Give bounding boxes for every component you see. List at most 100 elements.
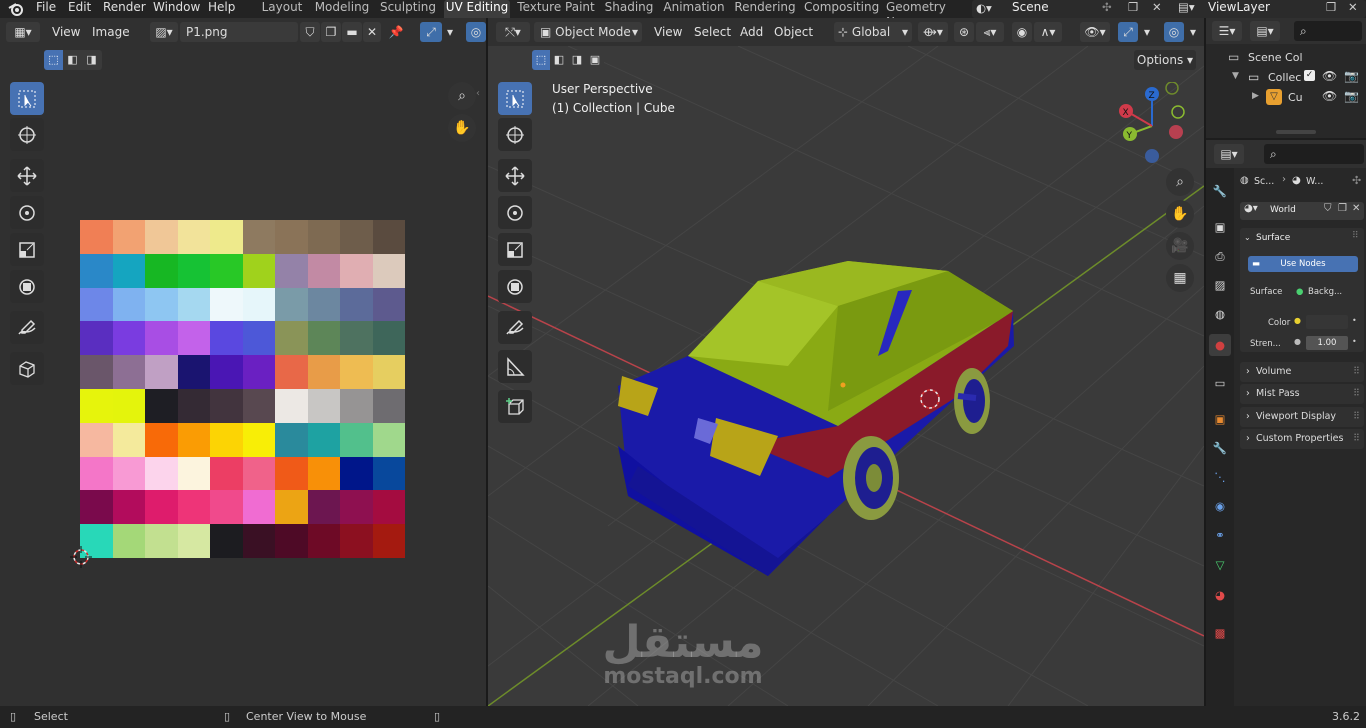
strength-field[interactable]: 1.00	[1306, 336, 1348, 350]
material-tab-icon[interactable]: ◕	[1209, 584, 1231, 606]
transform-tool-icon[interactable]	[10, 270, 44, 303]
uv-editor-area[interactable]: ⬚ ◧ ◨ ⌕ ✋ ‹	[0, 46, 486, 706]
tab-animation[interactable]: Animation	[662, 0, 726, 18]
cursor-tool-icon[interactable]	[498, 118, 532, 151]
uv-2d-cursor-icon[interactable]	[70, 546, 92, 568]
custom-properties-panel[interactable]: › Custom Properties ⠿	[1240, 429, 1364, 449]
view-layer-selector[interactable]: ▤▾ ViewLayer ❐ ✕	[1176, 0, 1366, 18]
view-layer-tab-icon[interactable]: ▨	[1209, 274, 1231, 296]
collection-checkbox[interactable]: ✓	[1304, 70, 1315, 81]
sidebar-toggle-chevron-icon[interactable]: ‹	[476, 88, 480, 99]
volume-panel[interactable]: › Volume ⠿	[1240, 362, 1364, 382]
cursor-tool-icon[interactable]	[10, 118, 44, 151]
delete-view-layer-icon[interactable]: ✕	[1348, 0, 1358, 14]
tab-uv-editing[interactable]: UV Editing	[444, 0, 510, 18]
tool-tab-icon[interactable]: 🔧	[1209, 180, 1231, 202]
editor-type-3d-icon[interactable]: ⤲▾	[496, 22, 530, 42]
transform-orientation-dropdown[interactable]: ⊹ Global ▾	[834, 22, 912, 42]
constraints-tab-icon[interactable]: ⚭	[1209, 524, 1231, 546]
outliner-row-object[interactable]: ▶ ▽ Cu 👁 📷	[1206, 88, 1366, 108]
outliner-row-scene-collection[interactable]: ▭ Scene Col	[1206, 48, 1366, 68]
move-tool-icon[interactable]	[498, 159, 532, 192]
select-new-icon[interactable]: ⬚	[44, 50, 63, 70]
proportional-editing-icon[interactable]: ◉	[1012, 22, 1032, 42]
rotate-tool-icon[interactable]	[498, 196, 532, 229]
outliner-row-collection[interactable]: ▼ ▭ Collec ✓ 👁 📷	[1206, 68, 1366, 88]
menu-file[interactable]: File	[36, 0, 56, 18]
drag-handle-icon[interactable]: ⠿	[1353, 384, 1360, 404]
snap-toggle-icon[interactable]: ⊛	[954, 22, 974, 42]
scene-selector[interactable]: ◐▾ Scene ✣ ❐ ✕	[972, 0, 1198, 18]
scene-tab-icon[interactable]: ◍	[1209, 303, 1231, 325]
snap-target-icon[interactable]: ⫷▾	[976, 22, 1004, 42]
tab-layout[interactable]: Layout	[258, 0, 306, 18]
pin-icon[interactable]: ✣	[1102, 0, 1112, 14]
collapse-arrow-icon[interactable]: ⌄	[1244, 233, 1251, 242]
surface-shader-field[interactable]: ● Backg...	[1292, 284, 1360, 300]
pin-image-icon[interactable]: 📌	[386, 22, 406, 42]
select-box-tool-icon[interactable]	[498, 82, 532, 115]
select-new-icon[interactable]: ⬚	[532, 50, 550, 70]
keyframe-dot-icon[interactable]: •	[1352, 316, 1357, 325]
menu-edit[interactable]: Edit	[68, 0, 91, 18]
chevron-down-icon[interactable]: ▾	[443, 22, 457, 42]
select-subtract-icon[interactable]: ◨	[82, 50, 101, 70]
properties-search-input[interactable]: ⌕	[1264, 144, 1364, 164]
texture-tab-icon[interactable]: ▩	[1209, 622, 1231, 644]
pin-icon[interactable]: ✣	[1352, 174, 1361, 187]
particles-tab-icon[interactable]: ⋱	[1209, 466, 1231, 488]
tab-shading[interactable]: Shading	[602, 0, 656, 18]
viewport-display-panel[interactable]: › Viewport Display ⠿	[1240, 407, 1364, 427]
editor-type-outliner-icon[interactable]: ☰▾	[1212, 21, 1242, 41]
render-tab-icon[interactable]: ▣	[1209, 216, 1231, 238]
annotate-tool-icon[interactable]	[498, 311, 532, 344]
chevron-down-icon[interactable]: ▾	[1186, 22, 1200, 42]
image-browse-icon[interactable]: ▨▾	[150, 22, 178, 42]
pan-hand-icon[interactable]: ✋	[448, 114, 476, 142]
physics-tab-icon[interactable]: ◉	[1209, 495, 1231, 517]
viewport-3d[interactable]: ⬚ ◧ ◨ ▣ Options ▾ User Perspective (1) C…	[488, 46, 1204, 706]
use-nodes-button[interactable]: ▬ Use Nodes	[1248, 256, 1358, 272]
expand-arrow-icon[interactable]: ▼	[1232, 71, 1239, 81]
unlink-image-icon[interactable]: ✕	[363, 22, 381, 42]
world-tab-icon[interactable]: ●	[1209, 334, 1231, 356]
new-image-icon[interactable]: ❐	[321, 22, 341, 42]
keyframe-dot-icon[interactable]: •	[1352, 337, 1357, 346]
uv-menu-image[interactable]: Image	[92, 22, 130, 42]
tab-texture-paint[interactable]: Texture Paint	[516, 0, 596, 18]
open-image-folder-icon[interactable]: ▬	[342, 22, 362, 42]
visibility-eye-icon[interactable]: 👁▾	[1080, 22, 1110, 42]
annotate-tool-icon[interactable]	[10, 311, 44, 344]
outliner-scrollbar[interactable]	[1276, 130, 1316, 134]
object-tab-icon[interactable]: ▣	[1209, 408, 1231, 430]
drag-handle-icon[interactable]: ⠿	[1353, 429, 1360, 449]
pan-hand-icon[interactable]: ✋	[1166, 200, 1194, 228]
render-camera-icon[interactable]: 📷	[1344, 89, 1359, 103]
select-intersect-icon[interactable]: ▣	[586, 50, 604, 70]
fake-user-shield-icon[interactable]: ⛉	[300, 22, 320, 42]
data-tab-icon[interactable]: ▽	[1209, 554, 1231, 576]
viewport-menu-add[interactable]: Add	[740, 22, 763, 42]
pivot-point-icon[interactable]: ⟴▾	[918, 22, 948, 42]
visibility-eye-icon[interactable]: 👁	[1322, 69, 1337, 83]
editor-type-uv-icon[interactable]: ▦▾	[6, 22, 40, 42]
unlink-world-icon[interactable]: ✕	[1352, 203, 1360, 214]
falloff-icon[interactable]: ∧▾	[1034, 22, 1062, 42]
display-mode-icon[interactable]: ▤▾	[1250, 21, 1280, 41]
gizmo-toggle-icon[interactable]: ⤢	[1118, 22, 1138, 42]
modifier-tab-icon[interactable]: 🔧	[1209, 437, 1231, 459]
transform-tool-icon[interactable]	[498, 270, 532, 303]
tab-geometry-nodes[interactable]: Geometry Noc	[886, 0, 966, 29]
delete-scene-icon[interactable]: ✕	[1152, 0, 1162, 14]
uv-menu-view[interactable]: View	[52, 22, 80, 42]
overlays-icon[interactable]: ◎	[1164, 22, 1184, 42]
select-extend-icon[interactable]: ◧	[63, 50, 82, 70]
select-box-tool-icon[interactable]	[10, 82, 44, 115]
new-world-icon[interactable]: ❐	[1338, 203, 1347, 214]
navigation-gizmo[interactable]: Z Y X	[1114, 82, 1194, 166]
move-tool-icon[interactable]	[10, 159, 44, 192]
viewport-menu-select[interactable]: Select	[694, 22, 731, 42]
visibility-eye-icon[interactable]: 👁	[1322, 89, 1337, 103]
rip-region-tool-icon[interactable]	[10, 352, 44, 385]
drag-handle-icon[interactable]: ⠿	[1352, 231, 1359, 241]
